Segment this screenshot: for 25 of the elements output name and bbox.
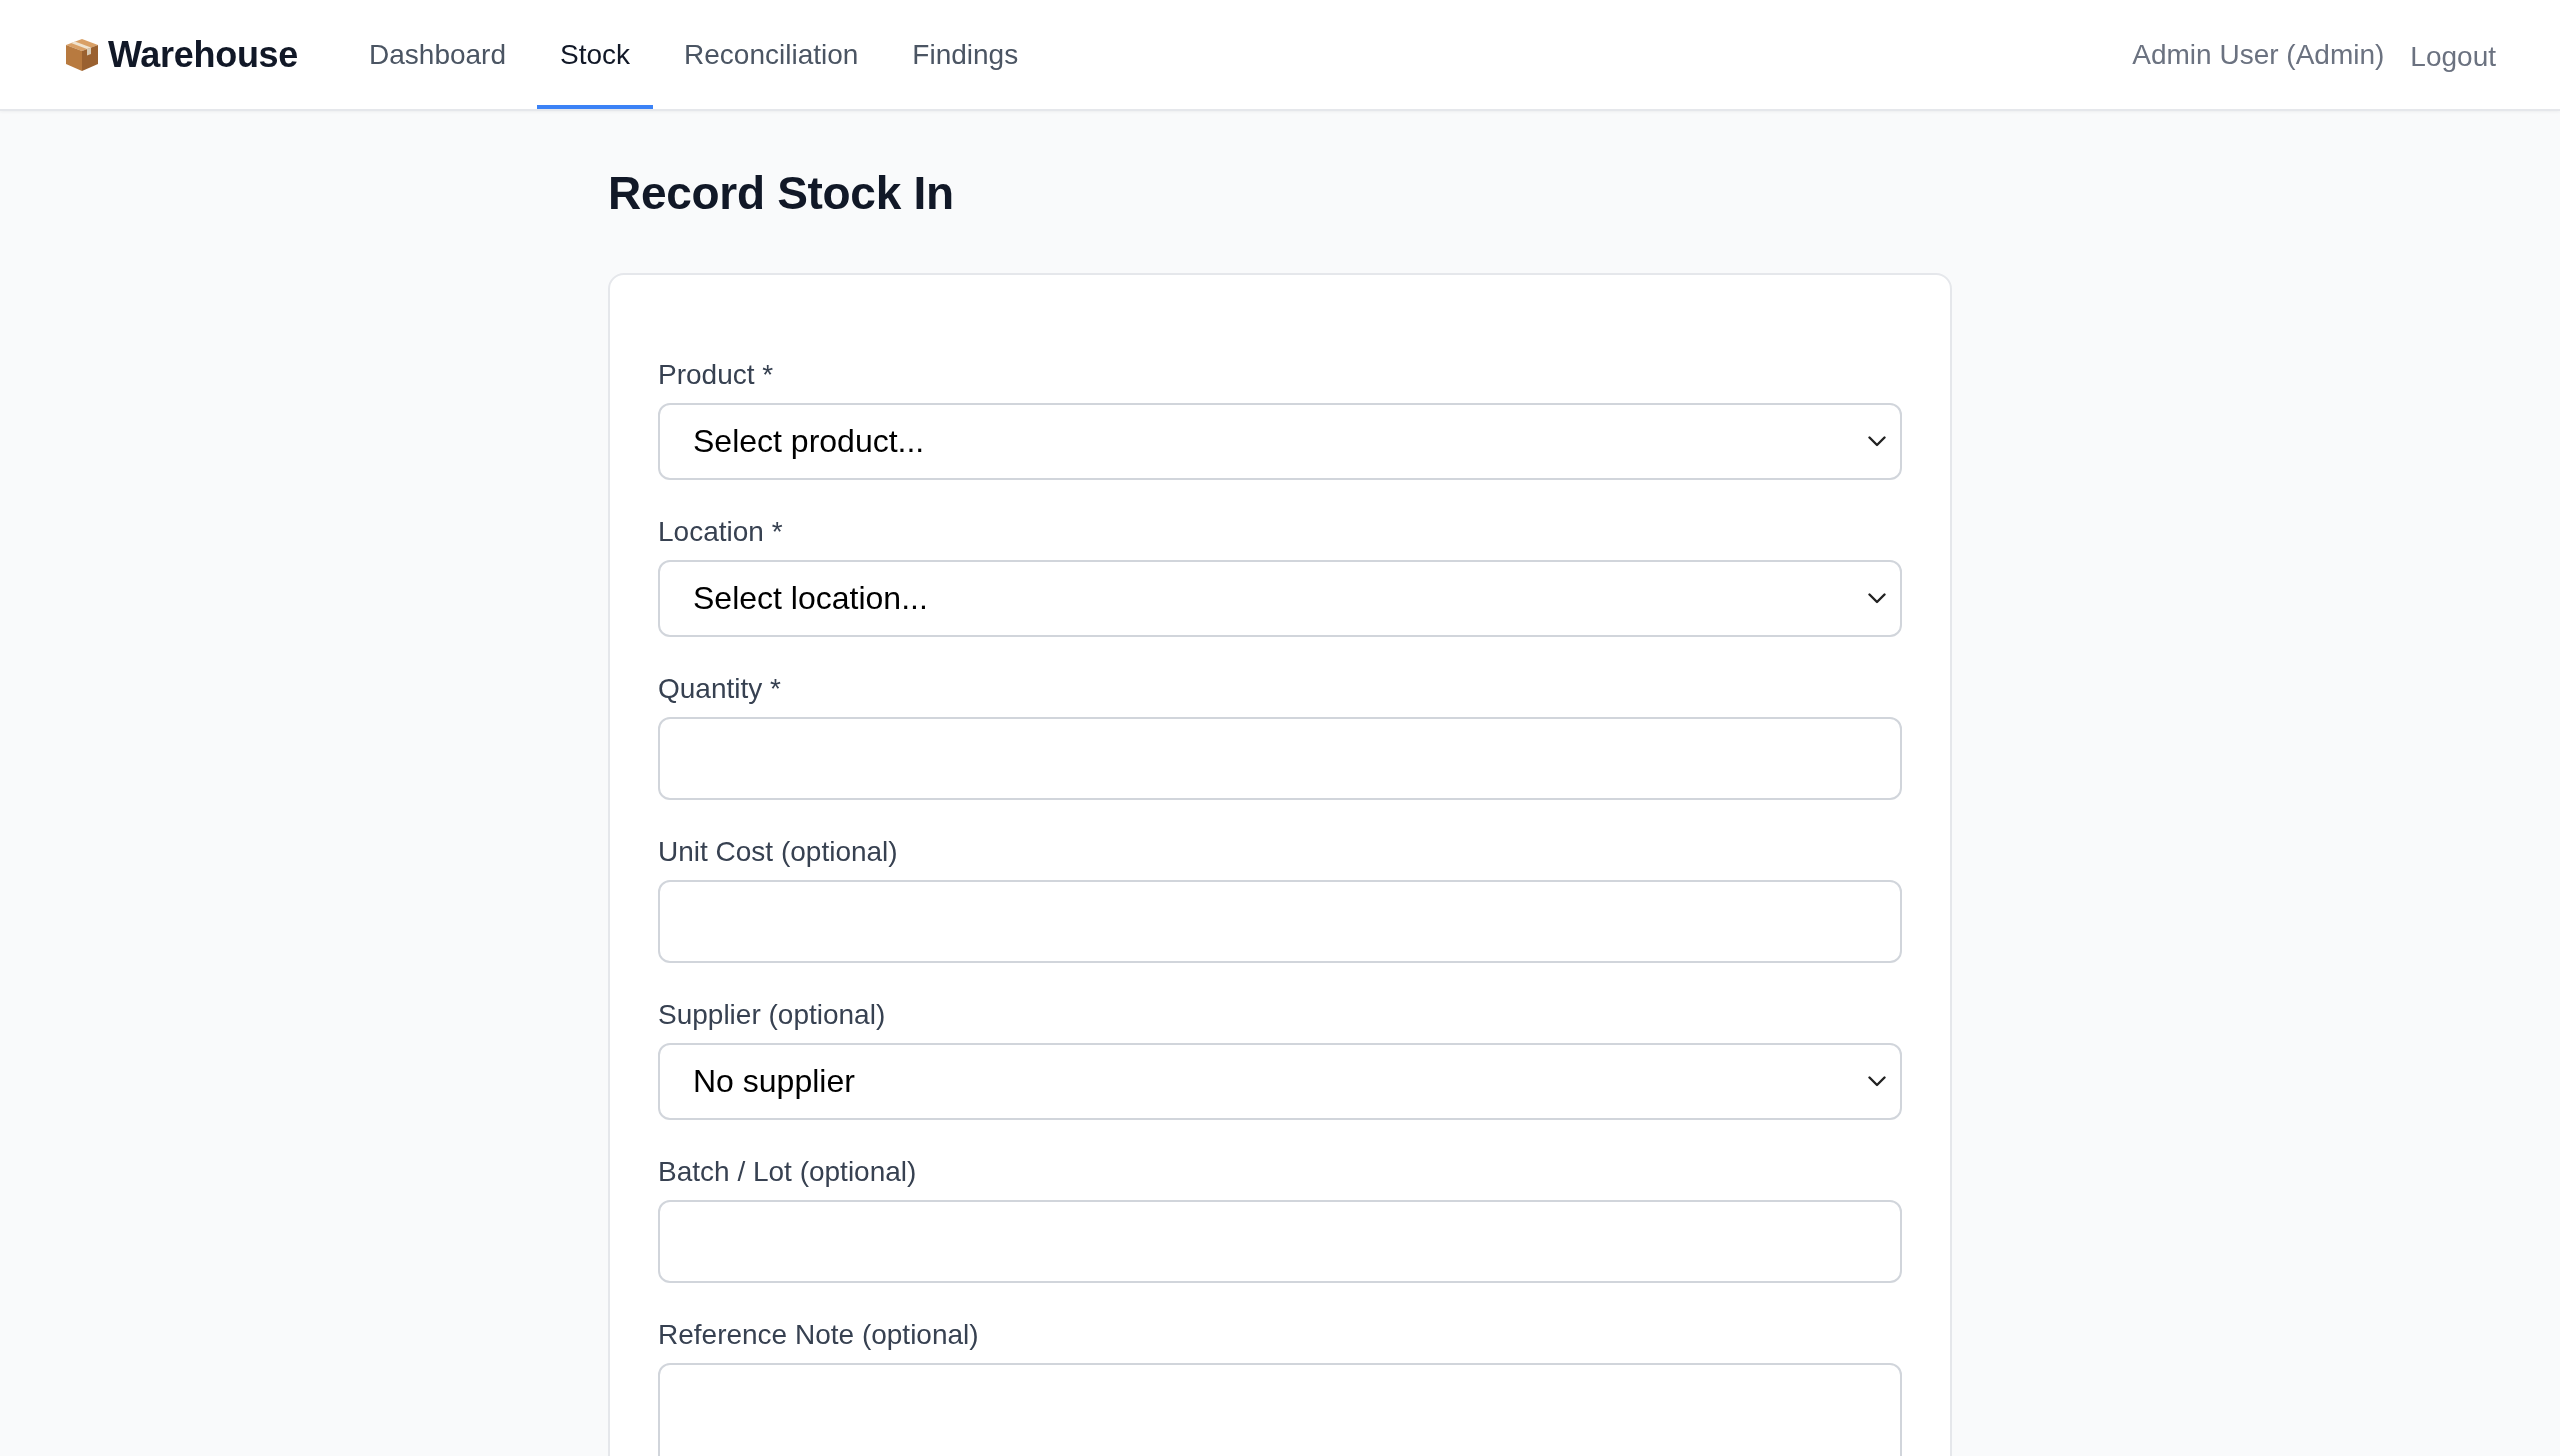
field-label: Reference Note (optional) (658, 1318, 980, 1352)
field-label: Supplier (optional) (658, 998, 887, 1032)
nav-link[interactable]: Dashboard (346, 0, 529, 109)
brand-name: Warehouse (108, 33, 298, 76)
select-field[interactable]: Select product... (658, 403, 1902, 480)
user-name: Admin User (Admin) (2132, 38, 2385, 71)
input-field[interactable] (658, 717, 1902, 800)
nav-link[interactable]: Reconciliation (661, 0, 882, 109)
select-field[interactable]: No supplier (658, 1043, 1902, 1120)
input-field[interactable] (658, 880, 1902, 963)
field-label: Location * (658, 515, 784, 549)
field-label: Unit Cost (optional) (658, 835, 899, 869)
field-label: Product * (658, 358, 775, 392)
field-label: Batch / Lot (optional) (658, 1155, 918, 1189)
nav-link[interactable]: Findings (889, 0, 1042, 109)
logout-button[interactable]: Logout (2410, 36, 2496, 73)
chevron-down-icon (1868, 1076, 1886, 1087)
field-label: Quantity * (658, 672, 782, 706)
box-icon (64, 36, 100, 73)
chevron-down-icon (1868, 593, 1886, 604)
input-field[interactable] (658, 1200, 1902, 1283)
select-field[interactable]: Select location... (658, 560, 1902, 637)
nav-link[interactable]: Stock (537, 0, 654, 109)
chevron-down-icon (1868, 436, 1886, 447)
page-title: Record Stock In (608, 166, 955, 221)
